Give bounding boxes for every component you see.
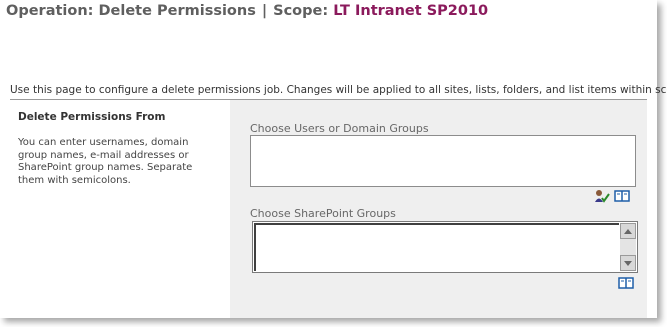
page-description: Use this page to configure a delete perm… xyxy=(10,84,667,96)
groups-textarea-content[interactable] xyxy=(254,223,619,271)
users-people-picker[interactable] xyxy=(250,135,636,187)
groups-field-label: Choose SharePoint Groups xyxy=(250,207,396,220)
section-title: Delete Permissions From xyxy=(18,111,166,123)
scope-value: LT Intranet SP2010 xyxy=(333,3,489,19)
scope-label: Scope: xyxy=(273,3,329,19)
scroll-up-button[interactable] xyxy=(620,223,636,239)
check-names-icon[interactable] xyxy=(594,189,610,203)
section-help-text: You can enter usernames, domain group na… xyxy=(18,137,193,186)
scroll-down-button[interactable] xyxy=(620,255,636,271)
section-description-panel: Delete Permissions From You can enter us… xyxy=(10,100,230,318)
groups-address-book-icon[interactable] xyxy=(618,276,634,290)
groups-scrollbar[interactable] xyxy=(620,223,636,271)
section-input-panel: Choose Users or Domain Groups Choose Sha… xyxy=(230,100,647,318)
title-separator: | xyxy=(261,3,268,19)
operation-label: Operation: Delete Permissions xyxy=(6,3,256,19)
users-field-label: Choose Users or Domain Groups xyxy=(250,122,429,135)
arrow-down-icon xyxy=(624,260,632,266)
page-frame: Operation: Delete Permissions | Scope: LT … xyxy=(0,0,667,318)
arrow-up-icon xyxy=(624,228,632,234)
page-title: Operation: Delete Permissions | Scope: LT … xyxy=(6,3,488,19)
sharepoint-groups-textarea[interactable] xyxy=(252,221,638,273)
address-book-icon[interactable] xyxy=(614,189,630,203)
